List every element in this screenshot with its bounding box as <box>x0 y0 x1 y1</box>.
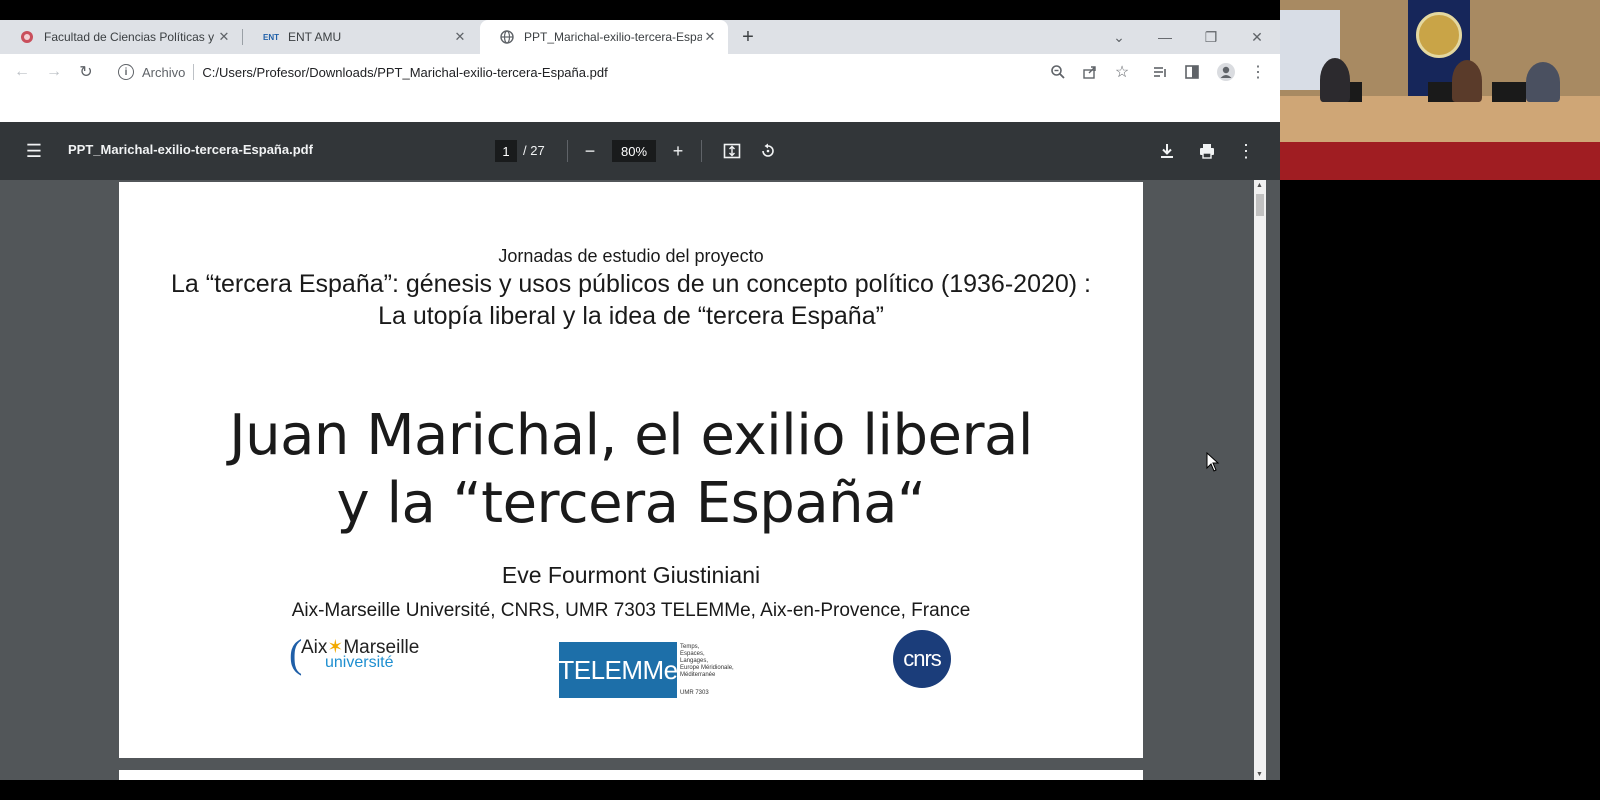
site-chip: Archivo <box>142 64 186 80</box>
pdf-filename: PPT_Marichal-exilio-tercera-España.pdf <box>68 142 313 157</box>
pdf-scrollbar[interactable]: ▲ ▼ <box>1254 180 1266 780</box>
share-icon[interactable] <box>1079 61 1101 83</box>
browser-window: Facultad de Ciencias Políticas y S ✕ ENT… <box>0 0 1280 800</box>
bookmarks-bar <box>0 90 1280 122</box>
university-crest-icon <box>20 30 34 44</box>
tab-strip: Facultad de Ciencias Políticas y S ✕ ENT… <box>0 20 1280 54</box>
tab-facultad[interactable]: Facultad de Ciencias Políticas y S ✕ <box>0 20 242 54</box>
page-total: / 27 <box>523 143 545 158</box>
webcam-person <box>1526 62 1560 102</box>
tab-ent-amu[interactable]: ENT ENT AMU ✕ <box>244 20 478 54</box>
bookmark-star-icon[interactable]: ☆ <box>1111 61 1133 83</box>
zoom-icon[interactable] <box>1047 61 1069 83</box>
fit-to-page-icon[interactable] <box>720 139 744 163</box>
pdf-viewer[interactable]: Jornadas de estudio del proyecto La “ter… <box>0 180 1280 780</box>
webcam-person <box>1320 58 1350 102</box>
toolbar-divider <box>701 140 702 162</box>
side-panel-icon[interactable] <box>1181 61 1203 83</box>
reload-icon[interactable]: ↻ <box>75 61 97 83</box>
telemme-logo-text: TELEMMe <box>558 642 678 698</box>
back-arrow-icon[interactable]: ← <box>11 61 33 83</box>
close-icon[interactable]: ✕ <box>452 29 468 45</box>
pdf-toolbar: ☰ PPT_Marichal-exilio-tercera-España.pdf… <box>0 122 1280 180</box>
webcam-emblem-icon <box>1416 12 1462 58</box>
scroll-up-icon[interactable]: ▲ <box>1256 182 1263 189</box>
print-icon[interactable] <box>1195 139 1219 163</box>
page-number-input[interactable]: 1 <box>495 140 517 162</box>
rotate-icon[interactable] <box>756 139 780 163</box>
forward-arrow-icon[interactable]: → <box>43 61 65 83</box>
tab-divider <box>242 29 243 45</box>
slide-subtitle-line1: Jornadas de estudio del proyecto <box>498 246 764 266</box>
webcam-person <box>1452 60 1482 102</box>
slide-title: Juan Marichal, el exilio liberal y la “t… <box>199 402 1063 538</box>
toolbar-divider <box>567 140 568 162</box>
tab-pdf[interactable]: PPT_Marichal-exilio-tercera-Espa ✕ <box>480 20 728 54</box>
info-icon[interactable]: i <box>118 64 134 80</box>
pdf-page-1: Jornadas de estudio del proyecto La “ter… <box>119 182 1143 758</box>
slide-title-line1: Juan Marichal, el exilio liberal <box>229 403 1033 468</box>
slide-author: Eve Fourmont Giustiniani <box>501 562 761 588</box>
telemme-logo-caption: Temps, Espaces, Langages, Europe Méridio… <box>680 644 734 678</box>
tab-label: ENT AMU <box>288 30 342 44</box>
tab-search-chevron-icon[interactable]: ⌄ <box>1096 20 1142 54</box>
logo-amu-text-a: Aix <box>301 637 328 658</box>
window-close-icon[interactable]: ✕ <box>1234 20 1280 54</box>
scrollbar-thumb[interactable] <box>1256 194 1264 216</box>
tab-label: Facultad de Ciencias Políticas y S <box>44 30 216 44</box>
restore-icon[interactable]: ❐ <box>1188 20 1234 54</box>
hamburger-menu-icon[interactable]: ☰ <box>22 139 46 163</box>
slide-title-line2: y la “tercera España“ <box>336 471 926 536</box>
scroll-down-icon[interactable]: ▼ <box>1256 771 1263 778</box>
zoom-in-icon[interactable]: + <box>666 139 690 163</box>
webcam-floor <box>1280 142 1600 180</box>
address-bar[interactable]: i Archivo C:/Users/Profesor/Downloads/PP… <box>110 58 1130 86</box>
webcam-monitor <box>1492 82 1526 102</box>
zoom-out-icon[interactable]: − <box>578 139 602 163</box>
reading-list-icon[interactable] <box>1149 61 1171 83</box>
telemme-logo-umr: UMR 7303 <box>680 690 709 696</box>
download-icon[interactable] <box>1155 139 1179 163</box>
webcam-video-feed <box>1280 0 1600 180</box>
minimize-icon[interactable]: — <box>1142 20 1188 54</box>
more-options-icon[interactable]: ⋮ <box>1234 139 1258 163</box>
url-text[interactable]: C:/Users/Profesor/Downloads/PPT_Marichal… <box>202 65 607 80</box>
telemme-logo: TELEMMe Temps, Espaces, Langages, Europe… <box>558 642 744 698</box>
new-tab-icon[interactable]: + <box>738 20 758 54</box>
globe-icon <box>500 30 514 44</box>
webcam-desk <box>1280 96 1600 142</box>
zoom-input[interactable]: 80% <box>612 140 656 162</box>
pdf-page-2 <box>119 770 1143 780</box>
aix-marseille-logo: ( Aix✶Marseille université <box>289 631 419 678</box>
browser-toolbar: ← → ↻ i Archivo C:/Users/Profesor/Downlo… <box>0 54 1280 90</box>
address-divider <box>193 64 195 80</box>
slide-subtitle-line2: La “tercera España”: génesis y usos públ… <box>171 270 1091 330</box>
cnrs-logo: cnrs <box>893 630 951 688</box>
ent-favicon-icon: ENT <box>263 32 279 42</box>
slide-affiliation: Aix-Marseille Université, CNRS, UMR 7303… <box>291 600 971 621</box>
close-icon[interactable]: ✕ <box>702 29 718 45</box>
mouse-cursor-icon <box>1206 452 1220 472</box>
logo-amu-university: université <box>325 654 394 671</box>
profile-avatar-icon[interactable] <box>1215 61 1237 83</box>
close-icon[interactable]: ✕ <box>216 29 232 45</box>
tab-label: PPT_Marichal-exilio-tercera-Espa <box>524 30 702 44</box>
kebab-menu-icon[interactable]: ⋮ <box>1247 61 1269 83</box>
